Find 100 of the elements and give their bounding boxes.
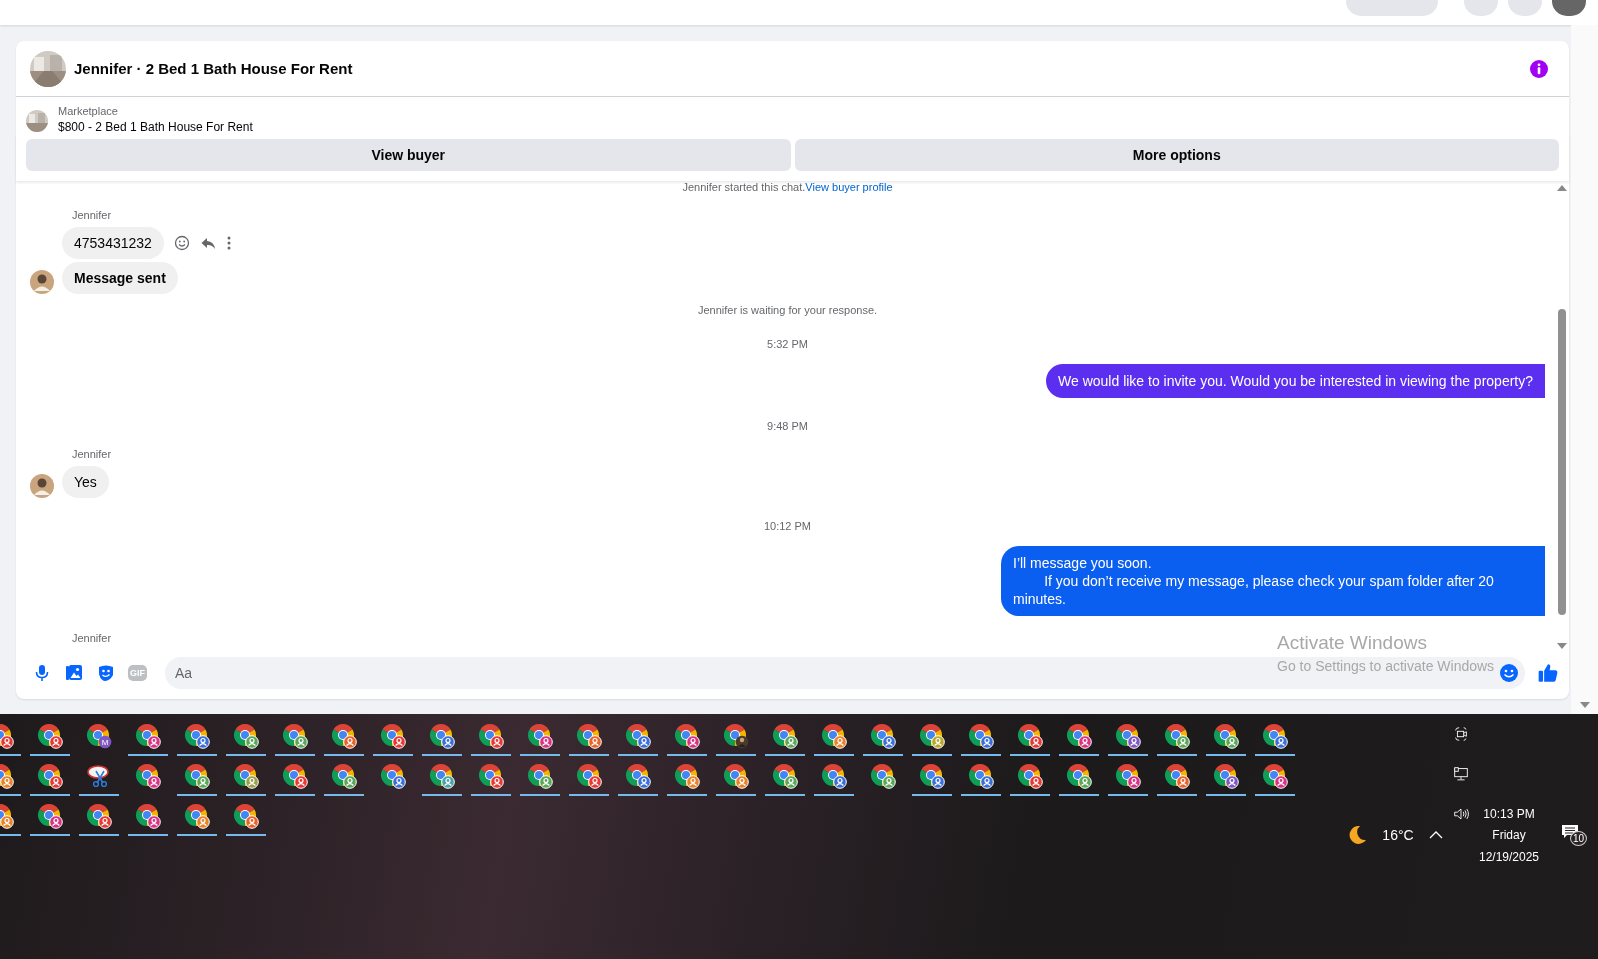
browser-profile-icon (1163, 763, 1190, 789)
message-bubble: I’ll message you soon. If you don’t receive my message, please check your spam folder after 20 minutes. (1001, 546, 1545, 616)
more-icon[interactable] (225, 235, 232, 251)
browser-profile-icon (1212, 723, 1239, 749)
browser-profile-icon (183, 763, 210, 789)
message-bubble: Message sent (62, 262, 178, 294)
sender-name: Jennifer (72, 632, 112, 644)
browser-profile-icon (477, 763, 504, 789)
browser-profile-icon (281, 723, 308, 749)
browser-profile-icon (673, 763, 700, 789)
browser-profile-icon (1114, 723, 1141, 749)
taskbar-button[interactable]: M (78, 718, 119, 756)
browser-profile-icon (379, 723, 406, 749)
browser-profile-icon (477, 723, 504, 749)
browser-profile-icon (183, 723, 210, 749)
clock-date[interactable]: 12/19/2025 (1478, 850, 1540, 864)
browser-profile-icon (36, 723, 63, 749)
emoji-icon[interactable] (173, 235, 190, 251)
browser-profile-icon (1065, 723, 1092, 749)
network-icon[interactable] (1452, 765, 1470, 783)
browser-profile-icon (330, 723, 357, 749)
snipping-tool-icon (85, 763, 112, 789)
emoji-icon[interactable] (1499, 663, 1519, 683)
browser-profile-icon (330, 763, 357, 789)
browser-profile-icon (575, 723, 602, 749)
chevron-up-icon[interactable] (1429, 831, 1443, 839)
view-buyer-profile-link[interactable]: View buyer profile (805, 181, 893, 193)
browser-profile-icon (967, 723, 994, 749)
browser-profile-icon (281, 763, 308, 789)
clock-day[interactable]: Friday (1492, 828, 1526, 842)
browser-profile-icon (869, 723, 896, 749)
notification-count: 10 (1570, 831, 1588, 846)
browser-profile-icon (232, 723, 259, 749)
chat-notice: Jennifer is waiting for your response. (696, 304, 879, 316)
activation-notice-title: Activate Windows (1277, 632, 1428, 654)
browser-profile-icon (379, 763, 406, 789)
browser-profile-icon (722, 763, 749, 789)
browser-profile-icon (624, 723, 651, 749)
browser-profile-icon (1114, 763, 1141, 789)
browser-profile-icon (869, 763, 896, 789)
scroll-thumb[interactable] (1558, 309, 1566, 615)
message-bubble: We would like to invite you. Would you be interested in viewing the property? (1046, 364, 1545, 398)
browser-profile-icon (1261, 763, 1288, 789)
browser-profile-icon (1261, 723, 1288, 749)
sender-name: Jennifer (72, 209, 112, 221)
browser-profile-icon (526, 723, 553, 749)
browser-profile-icon (232, 803, 259, 829)
action-button[interactable]: More options (794, 139, 1559, 171)
browser-profile-icon (673, 723, 700, 749)
message-bubble: Yes (62, 466, 109, 498)
image-icon[interactable] (64, 663, 84, 683)
clock-time[interactable]: 10:13 PM (1483, 807, 1535, 821)
browser-profile-icon (1016, 763, 1043, 789)
notification-button[interactable]: 10 (1561, 824, 1585, 846)
thumbs-up-icon[interactable] (1537, 662, 1559, 684)
meet-now-icon[interactable] (1452, 725, 1470, 743)
browser-profile-icon (428, 763, 455, 789)
scroll-up-icon[interactable] (1557, 185, 1567, 191)
browser-profile-icon (1212, 763, 1239, 789)
browser-profile-icon (624, 763, 651, 789)
browser-profile-icon (428, 723, 455, 749)
browser-profile-icon (36, 803, 63, 829)
message-bubble: 4753431232 (62, 227, 164, 259)
browser-profile-icon (820, 763, 847, 789)
browser-profile-icon (820, 723, 847, 749)
weather-temperature[interactable]: 16°C (1382, 827, 1414, 843)
conversation-title: Jennifer · 2 Bed 1 Bath House For Rent (74, 60, 354, 77)
reply-icon[interactable] (199, 235, 216, 251)
browser-profile-icon (134, 763, 161, 789)
browser-photo-profile-icon (722, 723, 749, 749)
browser-profile-icon (771, 723, 798, 749)
browser-profile-icon (183, 803, 210, 829)
browser-profile-icon (918, 723, 945, 749)
listing-title: $800 - 2 Bed 1 Bath House For Rent (58, 120, 253, 134)
sender-name: Jennifer (72, 448, 112, 460)
scroll-down-icon[interactable] (1557, 643, 1567, 649)
browser-profile-icon (967, 763, 994, 789)
browser-profile-icon (85, 803, 112, 829)
browser-profile-icon (1065, 763, 1092, 789)
browser-profile-icon (1016, 723, 1043, 749)
chat-notice: Jennifer started this chat.View buyer profile (681, 181, 894, 193)
listing-source: Marketplace (58, 105, 119, 117)
scroll-down-icon[interactable] (1579, 702, 1590, 708)
sticker-icon[interactable] (96, 663, 116, 683)
timestamp: 5:32 PM (766, 338, 809, 350)
browser-profile-icon (36, 763, 63, 789)
page-scrollbar[interactable] (1571, 25, 1598, 714)
browser-profile-icon (918, 763, 945, 789)
action-button[interactable]: View buyer (26, 139, 791, 171)
timestamp: 9:48 PM (766, 420, 809, 432)
browser-profile-icon (526, 763, 553, 789)
activation-notice-text: Go to Settings to activate Windows (1277, 658, 1495, 674)
browser-profile-icon (134, 723, 161, 749)
browser-profile-icon (1163, 723, 1190, 749)
browser-profile-icon (771, 763, 798, 789)
info-icon[interactable] (1529, 58, 1549, 79)
browser-profile-icon (575, 763, 602, 789)
browser-profile-icon (232, 763, 259, 789)
timestamp: 10:12 PM (762, 520, 813, 532)
browser-profile-icon (134, 803, 161, 829)
